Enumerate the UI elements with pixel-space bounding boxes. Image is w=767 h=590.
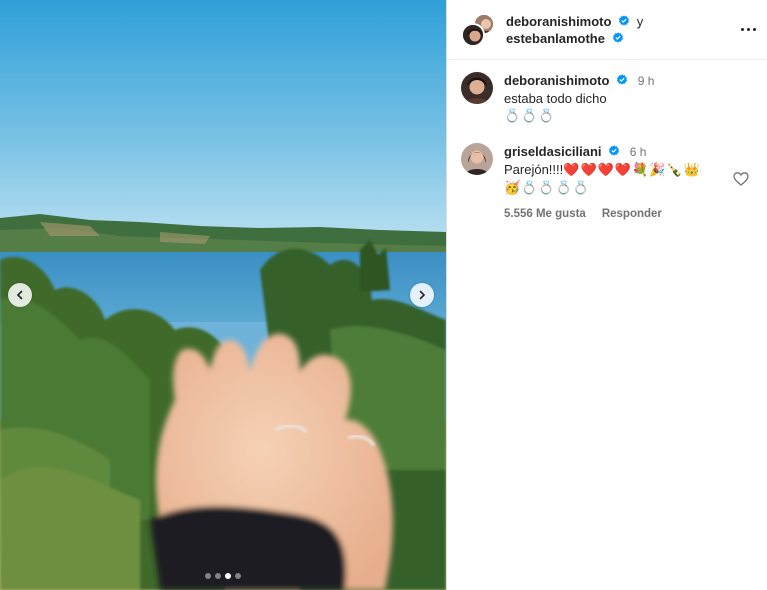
comment-time[interactable]: 6 h (630, 145, 647, 159)
instagram-post: deboranishimoto y estebanlamothe deboran… (0, 0, 767, 590)
carousel-dot (235, 573, 241, 579)
collab-avatars[interactable] (461, 12, 495, 47)
comment-item: griseldasiciliani 6 h Parejón!!!!❤️❤️❤️❤… (461, 143, 753, 223)
comment-emojis: ❤️❤️❤️❤️💐🎉🍾👑 (563, 162, 701, 177)
chevron-left-icon (16, 290, 23, 300)
comments-list: deboranishimoto 9 h estaba todo dicho 💍💍… (447, 60, 767, 223)
verified-badge-icon (617, 74, 628, 85)
more-dot (752, 27, 756, 31)
carousel-dot (215, 573, 221, 579)
more-options-button[interactable] (737, 19, 759, 39)
author-username[interactable]: estebanlamothe (506, 31, 605, 46)
verified-badge-icon (609, 145, 620, 156)
comment-item: deboranishimoto 9 h estaba todo dicho 💍💍… (461, 72, 753, 125)
like-heart-icon[interactable] (733, 171, 749, 187)
author-joiner: y (636, 13, 644, 29)
verified-badge-icon (612, 31, 623, 43)
carousel-dot (205, 573, 211, 579)
comment-time[interactable]: 9 h (638, 74, 655, 88)
more-dot (740, 27, 744, 31)
comment-emojis: 🥳💍💍💍💍 (504, 180, 590, 195)
previous-photo-button[interactable] (8, 283, 32, 307)
post-authors: deboranishimoto y estebanlamothe (506, 13, 643, 47)
comment-username[interactable]: deboranishimoto (504, 73, 609, 88)
comment-emojis: 💍💍💍 (504, 108, 556, 123)
comment-body: griseldasiciliani 6 h Parejón!!!!❤️❤️❤️❤… (504, 143, 724, 223)
reply-button[interactable]: Responder (602, 206, 662, 223)
carousel-dot (225, 573, 231, 579)
carousel-indicator (0, 573, 446, 579)
comment-body: deboranishimoto 9 h estaba todo dicho 💍💍… (504, 72, 724, 125)
comment-actions: 5.556 Me gusta Responder (504, 206, 724, 223)
comment-likes[interactable]: 5.556 Me gusta (504, 206, 586, 223)
more-dot (746, 27, 750, 31)
verified-badge-icon (619, 14, 630, 26)
comment-text: Parejón!!!! (504, 162, 564, 177)
comment-username[interactable]: griseldasiciliani (504, 144, 602, 159)
chevron-right-icon (419, 290, 426, 300)
author-username[interactable]: deboranishimoto (506, 14, 611, 29)
comment-text: estaba todo dicho (504, 91, 607, 106)
avatar[interactable] (461, 143, 493, 175)
post-side-panel: deboranishimoto y estebanlamothe deboran… (446, 0, 767, 590)
post-header: deboranishimoto y estebanlamothe (447, 0, 767, 60)
post-media (0, 0, 446, 590)
avatar[interactable] (461, 72, 493, 104)
post-photo (0, 0, 446, 590)
next-photo-button[interactable] (410, 283, 434, 307)
avatar (461, 22, 485, 47)
